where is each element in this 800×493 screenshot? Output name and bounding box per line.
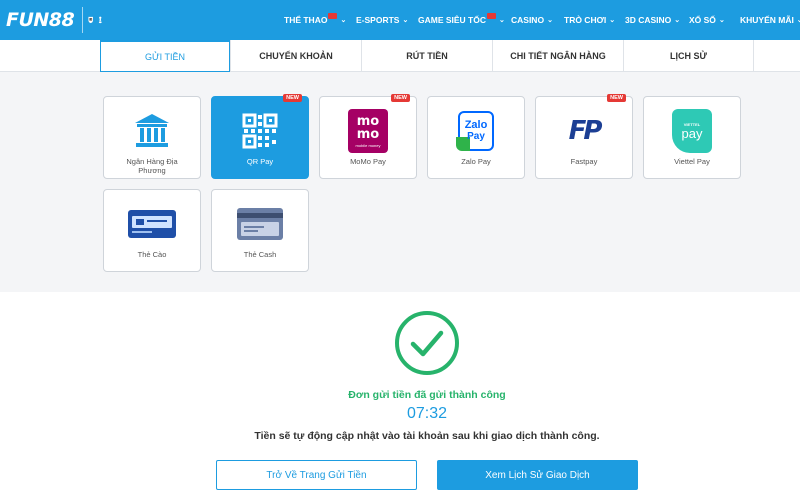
method-momo-pay[interactable]: NEW mo mo mobile money MoMo Pay [319,94,417,179]
nav-item-label: XỔ SỐ [689,15,716,25]
sponsor-crests [82,7,102,33]
momo-logo-icon: mo mo mobile money [348,107,388,155]
method-label: QR Pay [246,157,274,166]
update-note: Tiền sẽ tự động cập nhật vào tài khoản s… [254,430,600,442]
method-qr-pay[interactable]: NEW QR Pay [211,94,309,179]
nav-item[interactable]: THỂ THAO ⌄ [284,13,347,25]
fastpay-logo-text: FP [568,116,603,146]
method-label: MoMo Pay [350,157,386,166]
method-label: Zalo Pay [461,157,491,166]
bank-icon [132,107,172,155]
top-nav-bar: FUN88 THỂ THAO ⌄ E-SPORTS ⌄ GAME SIÊU TỐC ⌄ CA… [0,0,800,40]
nav-item-label: KHUYẾN MÃI [740,15,794,25]
chevron-down-icon: ⌄ [718,17,725,24]
chevron-down-icon: ⌄ [340,17,347,24]
nav-item-label: CASINO [511,15,545,25]
success-check-icon [395,311,459,375]
method-local-bank[interactable]: Ngân Hàng Địa Phương [103,96,201,179]
method-scratch-card[interactable]: Thẻ Cào [103,189,201,272]
scratch-card-icon [127,200,177,248]
method-label: Thẻ Cào [137,250,167,259]
chevron-down-icon: ⌄ [609,17,616,24]
method-label: Ngân Hàng Địa Phương [126,157,178,175]
nav-item-label: TRÒ CHƠI [564,15,607,25]
tab-rut-tien[interactable]: RÚT TIỀN [361,40,492,71]
chevron-down-icon: ⌄ [402,17,409,24]
zalo-logo-sub: Pay [467,131,485,142]
nav-item[interactable]: CASINO ⌄ [511,15,553,25]
viettel-logo-text: pay [681,126,703,141]
success-message: Đơn gửi tiền đã gửi thành công [348,389,506,401]
new-badge: NEW [391,94,410,102]
payment-method-grid: Ngân Hàng Địa Phương NEW QR Pay NEW mo m… [0,72,800,292]
tab-chi-tiet-ngan-hang[interactable]: CHI TIẾT NGÂN HÀNG [492,40,623,71]
viettel-pay-logo-icon: VIETTEL pay [672,107,712,155]
wallet-tab-bar: GỬI TIỀN CHUYỂN KHOẢN RÚT TIỀN CHI TIẾT … [0,40,800,72]
deposit-result-panel: Đơn gửi tiền đã gửi thành công 07:32 Tiề… [0,292,800,493]
tab-gui-tien[interactable]: GỬI TIỀN [100,40,230,72]
nav-item[interactable]: TRÒ CHƠI ⌄ [564,15,615,25]
nav-item[interactable]: 3D CASINO ⌄ [625,15,680,25]
tab-chuyen-khoan[interactable]: CHUYỂN KHOẢN [230,40,361,71]
method-label: Viettel Pay [674,157,710,166]
zalo-pay-logo-icon: Zalo Pay [456,107,494,155]
zalo-logo-text: Zalo [464,119,488,131]
back-to-deposit-button[interactable]: Trở Về Trang Gửi Tiền [216,460,417,490]
method-viettel-pay[interactable]: VIETTEL pay Viettel Pay [643,96,741,179]
nav-item-label: THỂ THAO [284,15,328,25]
tottenham-crest-icon [98,16,102,24]
nav-item[interactable]: E-SPORTS ⌄ [356,15,408,25]
nav-item[interactable]: KHUYẾN MÃI ⌄ [740,15,800,25]
chevron-down-icon: ⌄ [674,17,681,24]
chevron-down-icon: ⌄ [547,17,553,24]
new-badge: NEW [283,94,302,102]
qr-code-icon [242,107,278,155]
momo-logo-sub: mobile money [355,142,381,148]
newcastle-crest-icon [88,16,94,24]
method-cash-card[interactable]: Thẻ Cash [211,189,309,272]
method-label: Thẻ Cash [243,250,277,259]
nav-item[interactable]: XỔ SỐ ⌄ [689,15,725,25]
nav-item-label: E-SPORTS [356,15,400,25]
tab-lich-su[interactable]: LỊCH SỬ [623,40,754,71]
hot-badge-icon [487,13,497,19]
countdown-timer: 07:32 [406,405,448,422]
new-badge: NEW [607,94,626,102]
nav-item-label: GAME SIÊU TỐC [418,15,487,25]
cash-card-icon [236,200,284,248]
method-fastpay[interactable]: NEW FP Fastpay [535,94,633,179]
chevron-down-icon: ⌄ [499,17,505,24]
fastpay-logo-icon: FP [568,107,603,155]
fun88-logo[interactable]: FUN88 [6,9,75,31]
view-history-button[interactable]: Xem Lịch Sử Giao Dịch [437,460,638,490]
method-zalo-pay[interactable]: Zalo Pay Zalo Pay [427,96,525,179]
method-label: Fastpay [570,157,598,166]
nav-item[interactable]: GAME SIÊU TỐC ⌄ [418,13,505,25]
hot-badge-icon [328,13,338,19]
momo-logo-text: mo mo [356,113,380,142]
nav-item-label: 3D CASINO [625,15,672,25]
